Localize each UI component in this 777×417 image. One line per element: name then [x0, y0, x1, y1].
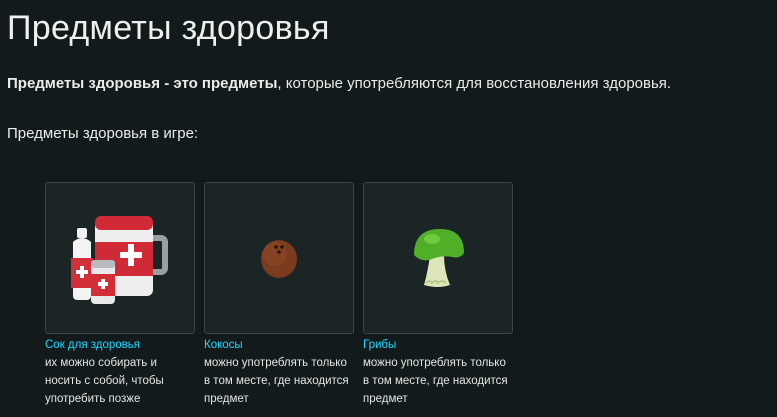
item-thumbnail[interactable]: [45, 182, 195, 334]
item-link-mushroom[interactable]: Грибы: [363, 337, 513, 353]
item-link-health-juice[interactable]: Сок для здоровья: [45, 337, 195, 353]
intro-paragraph: Предметы здоровья - это предметы, которы…: [7, 74, 671, 94]
item-thumbnail[interactable]: [363, 182, 513, 334]
intro-text: , которые употребляются для восстановлен…: [277, 75, 672, 92]
health-juice-icon: [71, 216, 168, 304]
page-title: Предметы здоровья: [7, 9, 330, 47]
item-card-coconut: Кокосы можно употреблять только в том ме…: [204, 182, 354, 408]
intro-bold-text: Предметы здоровья - это предметы: [7, 75, 278, 92]
mushroom-icon: [414, 229, 464, 287]
items-subheading: Предметы здоровья в игре:: [7, 125, 199, 142]
item-card-health-juice: Сок для здоровья их можно собирать и нос…: [45, 182, 195, 408]
item-description: можно употреблять только в том месте, гд…: [363, 357, 508, 405]
item-card-mushroom: Грибы можно употреблять только в том мес…: [363, 182, 513, 408]
item-description: можно употреблять только в том месте, гд…: [204, 357, 349, 405]
item-description: их можно собирать и носить с собой, чтоб…: [45, 357, 164, 405]
item-thumbnail[interactable]: [204, 182, 354, 334]
coconut-icon: [261, 240, 297, 278]
item-link-coconut[interactable]: Кокосы: [204, 337, 354, 353]
